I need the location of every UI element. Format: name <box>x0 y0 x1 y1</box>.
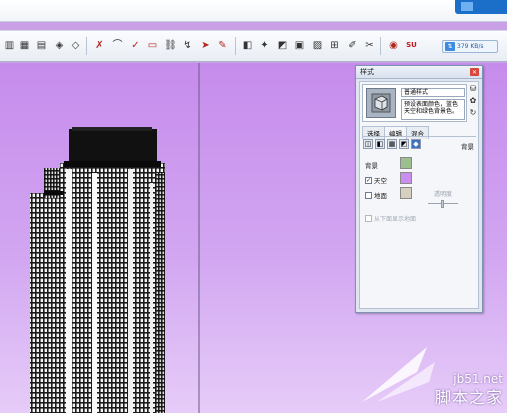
style-side-icons: ⛁ ✿ ↻ <box>468 84 478 120</box>
sky-color-swatch[interactable] <box>400 172 412 184</box>
edge-settings-icon[interactable]: ◫ <box>363 139 373 149</box>
watermark-logo-swoosh <box>362 347 435 402</box>
shape-icon[interactable]: ▭ <box>145 38 160 53</box>
style-preview-icon <box>371 93 391 113</box>
tab-edit[interactable]: 编辑 <box>384 126 407 139</box>
style-header: 普通样式 预设表面颜色，蓝色天空和绿色背景色。 <box>362 84 467 122</box>
toolbar-separator <box>235 37 236 55</box>
close-icon[interactable]: ✕ <box>470 68 479 76</box>
show-ground-underside-row: 从下面显示地面 <box>365 214 416 223</box>
curve-icon[interactable]: ⌒ <box>110 38 125 53</box>
style-tabs: 选择 编辑 混合 <box>362 126 429 139</box>
toolbar: ▥ ▦ ▤ ◈ ◇ ✗ ⌒ ✓ ▭ ⛓ ↯ ➤ ✎ ◧ ✦ ◩ ▣ ▨ ⊞ ✐ … <box>0 30 507 62</box>
building-pillar <box>66 169 72 413</box>
show-ground-underside-checkbox[interactable] <box>365 215 372 222</box>
stairs-icon[interactable]: ▤ <box>34 38 49 53</box>
speed-indicator: ⇅ 379 KB/s <box>442 40 498 53</box>
pen-icon[interactable]: ⊞ <box>327 38 342 53</box>
title-strip <box>0 0 507 22</box>
styles-panel: 样式 ✕ 普通样式 预设表面颜色，蓝色天空和绿色背景色。 ⛁ ✿ ↻ 选择 编辑… <box>355 65 483 313</box>
tab-select[interactable]: 选择 <box>362 126 385 139</box>
tool2-icon[interactable]: ✦ <box>257 38 272 53</box>
image-icon[interactable]: ▨ <box>310 38 325 53</box>
background-color-swatch[interactable] <box>400 157 412 169</box>
background-settings-icon[interactable]: ▦ <box>387 139 397 149</box>
network-icon: ⇅ <box>445 42 455 51</box>
grid-box-icon[interactable]: ▣ <box>292 38 307 53</box>
speed-value: 379 KB/s <box>457 43 484 50</box>
styles-panel-body: 普通样式 预设表面颜色，蓝色天空和绿色背景色。 ⛁ ✿ ↻ 选择 编辑 混合 ◫… <box>359 81 479 309</box>
show-ground-underside-label: 从下面显示地面 <box>374 216 417 223</box>
sky-row: ✓ 天空 <box>365 175 387 185</box>
watermark-settings-icon[interactable]: ◩ <box>399 139 409 149</box>
style-name-field[interactable]: 普通样式 <box>401 88 465 97</box>
modeling-settings-icon[interactable]: ◆ <box>411 139 421 149</box>
styles-panel-titlebar[interactable]: 样式 ✕ <box>356 66 482 79</box>
sky-label-text: 天空 <box>374 177 387 185</box>
window-icon <box>461 2 473 11</box>
layers-icon[interactable]: ◈ <box>52 38 67 53</box>
watermark-brand: 脚本之家 <box>434 388 503 407</box>
style-thumbnail[interactable] <box>366 88 396 118</box>
slider-thumb[interactable] <box>441 200 444 208</box>
edit-category-icons: ◫ ◧ ▦ ◩ ◆ <box>363 139 421 149</box>
su-icon[interactable]: SU <box>404 38 419 53</box>
ground-color-swatch[interactable] <box>400 187 412 199</box>
opacity-slider[interactable] <box>428 200 458 208</box>
refresh-icon[interactable]: ↻ <box>468 108 478 118</box>
background-label: 背景 <box>365 160 378 170</box>
style-description-field[interactable]: 预设表面颜色，蓝色天空和绿色背景色。 <box>401 99 465 120</box>
save-style-icon[interactable]: ⛁ <box>468 84 478 94</box>
palette-icon[interactable]: ✿ <box>468 96 478 106</box>
paint-icon[interactable]: ✎ <box>215 38 230 53</box>
grid-icon[interactable]: ▦ <box>17 38 32 53</box>
tab-mix[interactable]: 混合 <box>406 126 429 139</box>
layers2-icon[interactable]: ◇ <box>68 38 83 53</box>
check-icon[interactable]: ✓ <box>128 38 143 53</box>
watermark: jb51.net 脚本之家 <box>357 333 507 413</box>
ruby-icon[interactable]: ◉ <box>386 38 401 53</box>
background-label-text: 背景 <box>365 162 378 170</box>
arrow-icon[interactable]: ➤ <box>198 38 213 53</box>
walls-icon[interactable]: ▥ <box>2 38 17 53</box>
ground-label-text: 地面 <box>374 192 387 200</box>
plugin-icon[interactable]: ✂ <box>362 38 377 53</box>
tool-icon[interactable]: ✗ <box>92 38 107 53</box>
building-main-body <box>60 163 165 413</box>
face-settings-icon[interactable]: ◧ <box>375 139 385 149</box>
tab-divider <box>362 136 476 137</box>
select-icon[interactable]: ◧ <box>240 38 255 53</box>
toolbar-separator <box>380 37 381 55</box>
section-title: 背景 <box>461 143 474 151</box>
toolbar-separator <box>86 37 87 55</box>
ground-checkbox[interactable] <box>365 191 372 199</box>
link-icon[interactable]: ⛓ <box>163 38 178 53</box>
window-tab-corner[interactable] <box>455 0 507 14</box>
styles-panel-title: 样式 <box>360 68 374 76</box>
box-icon[interactable]: ◩ <box>275 38 290 53</box>
ground-row: 地面 <box>365 190 387 200</box>
sky-checkbox[interactable]: ✓ <box>365 176 372 184</box>
pencil-icon[interactable]: ✐ <box>345 38 360 53</box>
opacity-label: 透明度 <box>434 191 453 198</box>
bend-icon[interactable]: ↯ <box>180 38 195 53</box>
